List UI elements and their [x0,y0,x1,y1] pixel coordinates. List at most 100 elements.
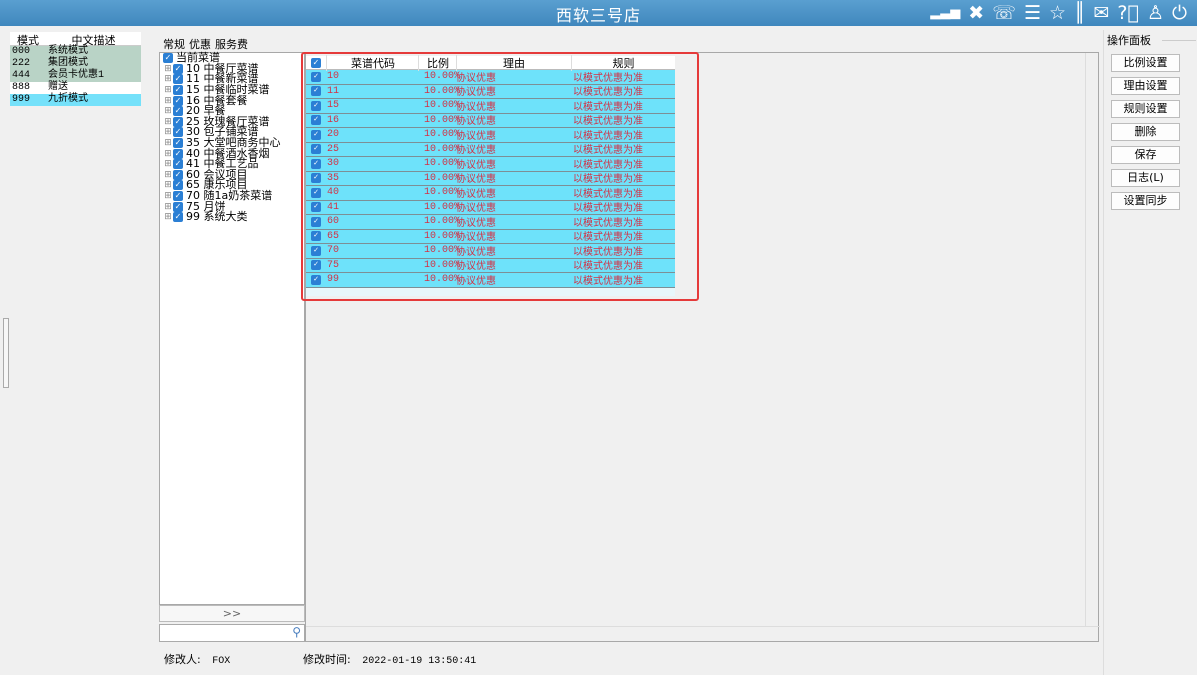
grid-cell-ratio[interactable]: 10.00% [418,71,460,82]
expand-icon[interactable]: ⊞ [163,138,173,148]
grid-cell-ratio[interactable]: 10.00% [418,86,460,97]
tools-icon[interactable]: ✖ [968,2,984,24]
grid-cell-code[interactable]: 30 [326,158,418,169]
grid-cell-code[interactable]: 25 [326,144,418,155]
log-button[interactable]: 日志(L) [1111,169,1180,187]
checkbox-icon[interactable]: ✓ [173,116,183,127]
search-input[interactable]: ⚲ [159,624,305,642]
splitter-handle[interactable] [3,318,9,388]
help-icon[interactable]: ?⃝ [1117,2,1139,24]
expand-icon[interactable]: ⊞ [163,191,173,201]
mode-row[interactable]: 888 赠送 [10,82,141,94]
checkbox-icon[interactable]: ✓ [173,169,183,180]
ratio-settings-button[interactable]: 比例设置 [1111,54,1180,72]
grid-header-code[interactable]: 菜谱代码 [326,54,418,71]
checkbox-icon[interactable]: ✓ [173,106,183,117]
grid-cell-ratio[interactable]: 10.00% [418,245,460,256]
tree-item[interactable]: ⊞ ✓ 16 中餐套餐 [160,95,304,106]
expand-icon[interactable]: ⊞ [163,127,173,137]
more-button[interactable]: >> [159,605,305,622]
grid-cell-code[interactable]: 11 [326,86,418,97]
expand-icon[interactable]: ⊞ [163,149,173,159]
star-icon[interactable]: ☆ [1049,2,1066,24]
columns-icon[interactable]: ║ [1074,2,1085,24]
row-checkbox[interactable]: ✓ [311,100,321,111]
checkbox-icon[interactable]: ✓ [173,191,183,202]
grid-cell-reason[interactable]: 协议优惠 [456,272,571,288]
row-checkbox[interactable]: ✓ [311,231,321,242]
expand-icon[interactable]: ⊞ [163,159,173,169]
row-checkbox[interactable]: ✓ [311,158,321,169]
tree-item[interactable]: ⊞ ✓ 99 系统大类 [160,211,304,223]
grid-cell-code[interactable]: 40 [326,187,418,198]
mode-row[interactable]: 222 集团模式 [10,58,141,70]
phone-icon[interactable]: ☏ [992,2,1016,24]
checkbox-icon[interactable]: ✓ [173,201,183,212]
grid-cell-rule[interactable]: 以模式优惠为准 [571,272,675,288]
expand-icon[interactable]: ⊞ [163,212,173,222]
grid-cell-ratio[interactable]: 10.00% [418,260,460,271]
row-checkbox[interactable]: ✓ [311,202,321,213]
row-checkbox[interactable]: ✓ [311,115,321,126]
grid-cell-ratio[interactable]: 10.00% [418,202,460,213]
tree-item[interactable]: ⊞ ✓ 70 随1a奶茶菜谱 [160,190,304,202]
grid-cell-code[interactable]: 41 [326,202,418,213]
grid-cell-code[interactable]: 75 [326,260,418,271]
checkbox-icon[interactable]: ✓ [173,74,183,85]
grid-header-ratio[interactable]: 比例 [418,54,456,71]
expand-icon[interactable]: ⊞ [163,96,173,106]
row-checkbox[interactable]: ✓ [311,173,321,184]
mode-row[interactable]: 444 会员卡优惠1 [10,70,141,82]
grid-cell-code[interactable]: 60 [326,216,418,227]
grid-cell-ratio[interactable]: 10.00% [418,158,460,169]
expand-icon[interactable]: ⊞ [163,202,173,212]
grid-cell-code[interactable]: 65 [326,231,418,242]
row-checkbox[interactable]: ✓ [311,86,321,97]
grid-cell-ratio[interactable]: 10.00% [418,129,460,140]
grid-cell-ratio[interactable]: 10.00% [418,187,460,198]
power-icon[interactable]: ⏻ [1172,2,1187,24]
expand-icon[interactable]: ⊞ [163,170,173,180]
row-checkbox[interactable]: ✓ [311,216,321,227]
grid-cell-code[interactable]: 16 [326,115,418,126]
sync-settings-button[interactable]: 设置同步 [1111,192,1180,210]
checkbox-icon[interactable]: ✓ [163,53,173,64]
user-icon[interactable]: ♙ [1147,2,1164,24]
grid-cell-code[interactable]: 99 [326,274,418,285]
row-checkbox[interactable]: ✓ [311,144,321,155]
checkbox-icon[interactable]: ✓ [173,159,183,170]
expand-icon[interactable]: ⊞ [163,85,173,95]
grid-cell-ratio[interactable]: 10.00% [418,274,460,285]
expand-icon[interactable]: ⊞ [163,106,173,116]
grid-cell-ratio[interactable]: 10.00% [418,231,460,242]
select-all-checkbox[interactable]: ✓ [311,57,321,68]
mail-icon[interactable]: ✉ [1094,2,1110,24]
grid-cell-code[interactable]: 15 [326,100,418,111]
expand-icon[interactable]: ⊞ [163,117,173,127]
checkbox-icon[interactable]: ✓ [173,95,183,106]
checkbox-icon[interactable]: ✓ [173,212,183,223]
grid-cell-code[interactable]: 70 [326,245,418,256]
expand-icon[interactable]: ⊞ [163,74,173,84]
row-checkbox[interactable]: ✓ [311,274,321,285]
expand-icon[interactable]: ⊞ [163,64,173,74]
grid-cell-ratio[interactable]: 10.00% [418,173,460,184]
checkbox-icon[interactable]: ✓ [173,138,183,149]
expand-icon[interactable]: ⊞ [163,180,173,190]
delete-button[interactable]: 删除 [1111,123,1180,141]
row-checkbox[interactable]: ✓ [311,187,321,198]
mode-row-selected[interactable]: 999 九折模式 [10,94,141,106]
grid-cell-code[interactable]: 35 [326,173,418,184]
save-button[interactable]: 保存 [1111,146,1180,164]
reason-settings-button[interactable]: 理由设置 [1111,77,1180,95]
grid-cell-ratio[interactable]: 10.00% [418,115,460,126]
row-checkbox[interactable]: ✓ [311,260,321,271]
checkbox-icon[interactable]: ✓ [173,180,183,191]
checkbox-icon[interactable]: ✓ [173,148,183,159]
grid-cell-ratio[interactable]: 10.00% [418,100,460,111]
checkbox-icon[interactable]: ✓ [173,85,183,96]
grid-cell-ratio[interactable]: 10.00% [418,144,460,155]
row-checkbox[interactable]: ✓ [311,245,321,256]
checkbox-icon[interactable]: ✓ [173,63,183,74]
grid-cell-ratio[interactable]: 10.00% [418,216,460,227]
